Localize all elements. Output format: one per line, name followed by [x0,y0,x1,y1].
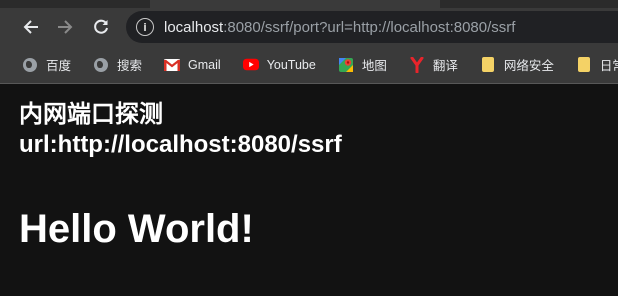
bookmark-folder-netsec[interactable]: 网络安全 [480,55,554,74]
back-arrow-icon[interactable] [16,12,46,42]
bookmark-label: 百度 [46,59,72,73]
bookmark-label: 地图 [361,59,387,73]
bookmark-label: 搜索 [117,59,143,73]
active-tab[interactable] [150,0,440,8]
globe-icon [93,57,109,73]
bookmark-gmail[interactable]: Gmail [164,57,221,73]
forward-arrow-icon[interactable] [50,12,80,42]
address-bar[interactable]: i localhost:8080/ssrf/port?url=http://lo… [126,11,618,43]
youtube-icon [242,57,259,73]
bookmark-youtube[interactable]: YouTube [242,57,316,73]
url-path: :8080/ssrf/port?url=http://localhost:808… [223,18,516,36]
url-text[interactable]: localhost:8080/ssrf/port?url=http://loca… [164,19,515,36]
translate-icon [409,56,425,73]
url-host: localhost [164,18,224,36]
bookmark-label: Gmail [188,57,221,72]
bookmark-label: 网络安全 [503,59,554,73]
browser-toolbar: i localhost:8080/ssrf/port?url=http://lo… [0,0,618,46]
page-heading-url: url:http://localhost:8080/ssrf [19,131,342,158]
reload-icon[interactable] [86,12,116,42]
hello-world-heading: Hello World! [19,207,254,251]
page-content: 内网端口探测 url:http://localhost:8080/ssrf He… [0,84,618,268]
globe-icon [22,57,38,73]
folder-icon [480,57,496,73]
bookmark-translate[interactable]: 翻译 [409,55,458,74]
info-icon[interactable]: i [136,18,154,36]
bookmark-folder-daily[interactable]: 日常 [576,55,618,74]
bookmark-baidu[interactable]: 百度 [22,55,71,74]
bookmark-label: 翻译 [432,59,458,73]
bookmark-maps[interactable]: 地图 [338,55,387,74]
bookmarks-bar: 百度 搜索 Gmail YouTube 地图 翻译 网络安全 日常 [0,46,618,84]
bookmark-label: 日常 [599,59,618,73]
folder-icon [576,57,592,73]
maps-icon [338,57,354,73]
gmail-icon [164,57,181,73]
tab-strip [0,0,618,8]
page-heading-title: 内网端口探测 [19,101,163,128]
bookmark-search[interactable]: 搜索 [93,55,142,74]
bookmark-label: YouTube [266,57,316,72]
